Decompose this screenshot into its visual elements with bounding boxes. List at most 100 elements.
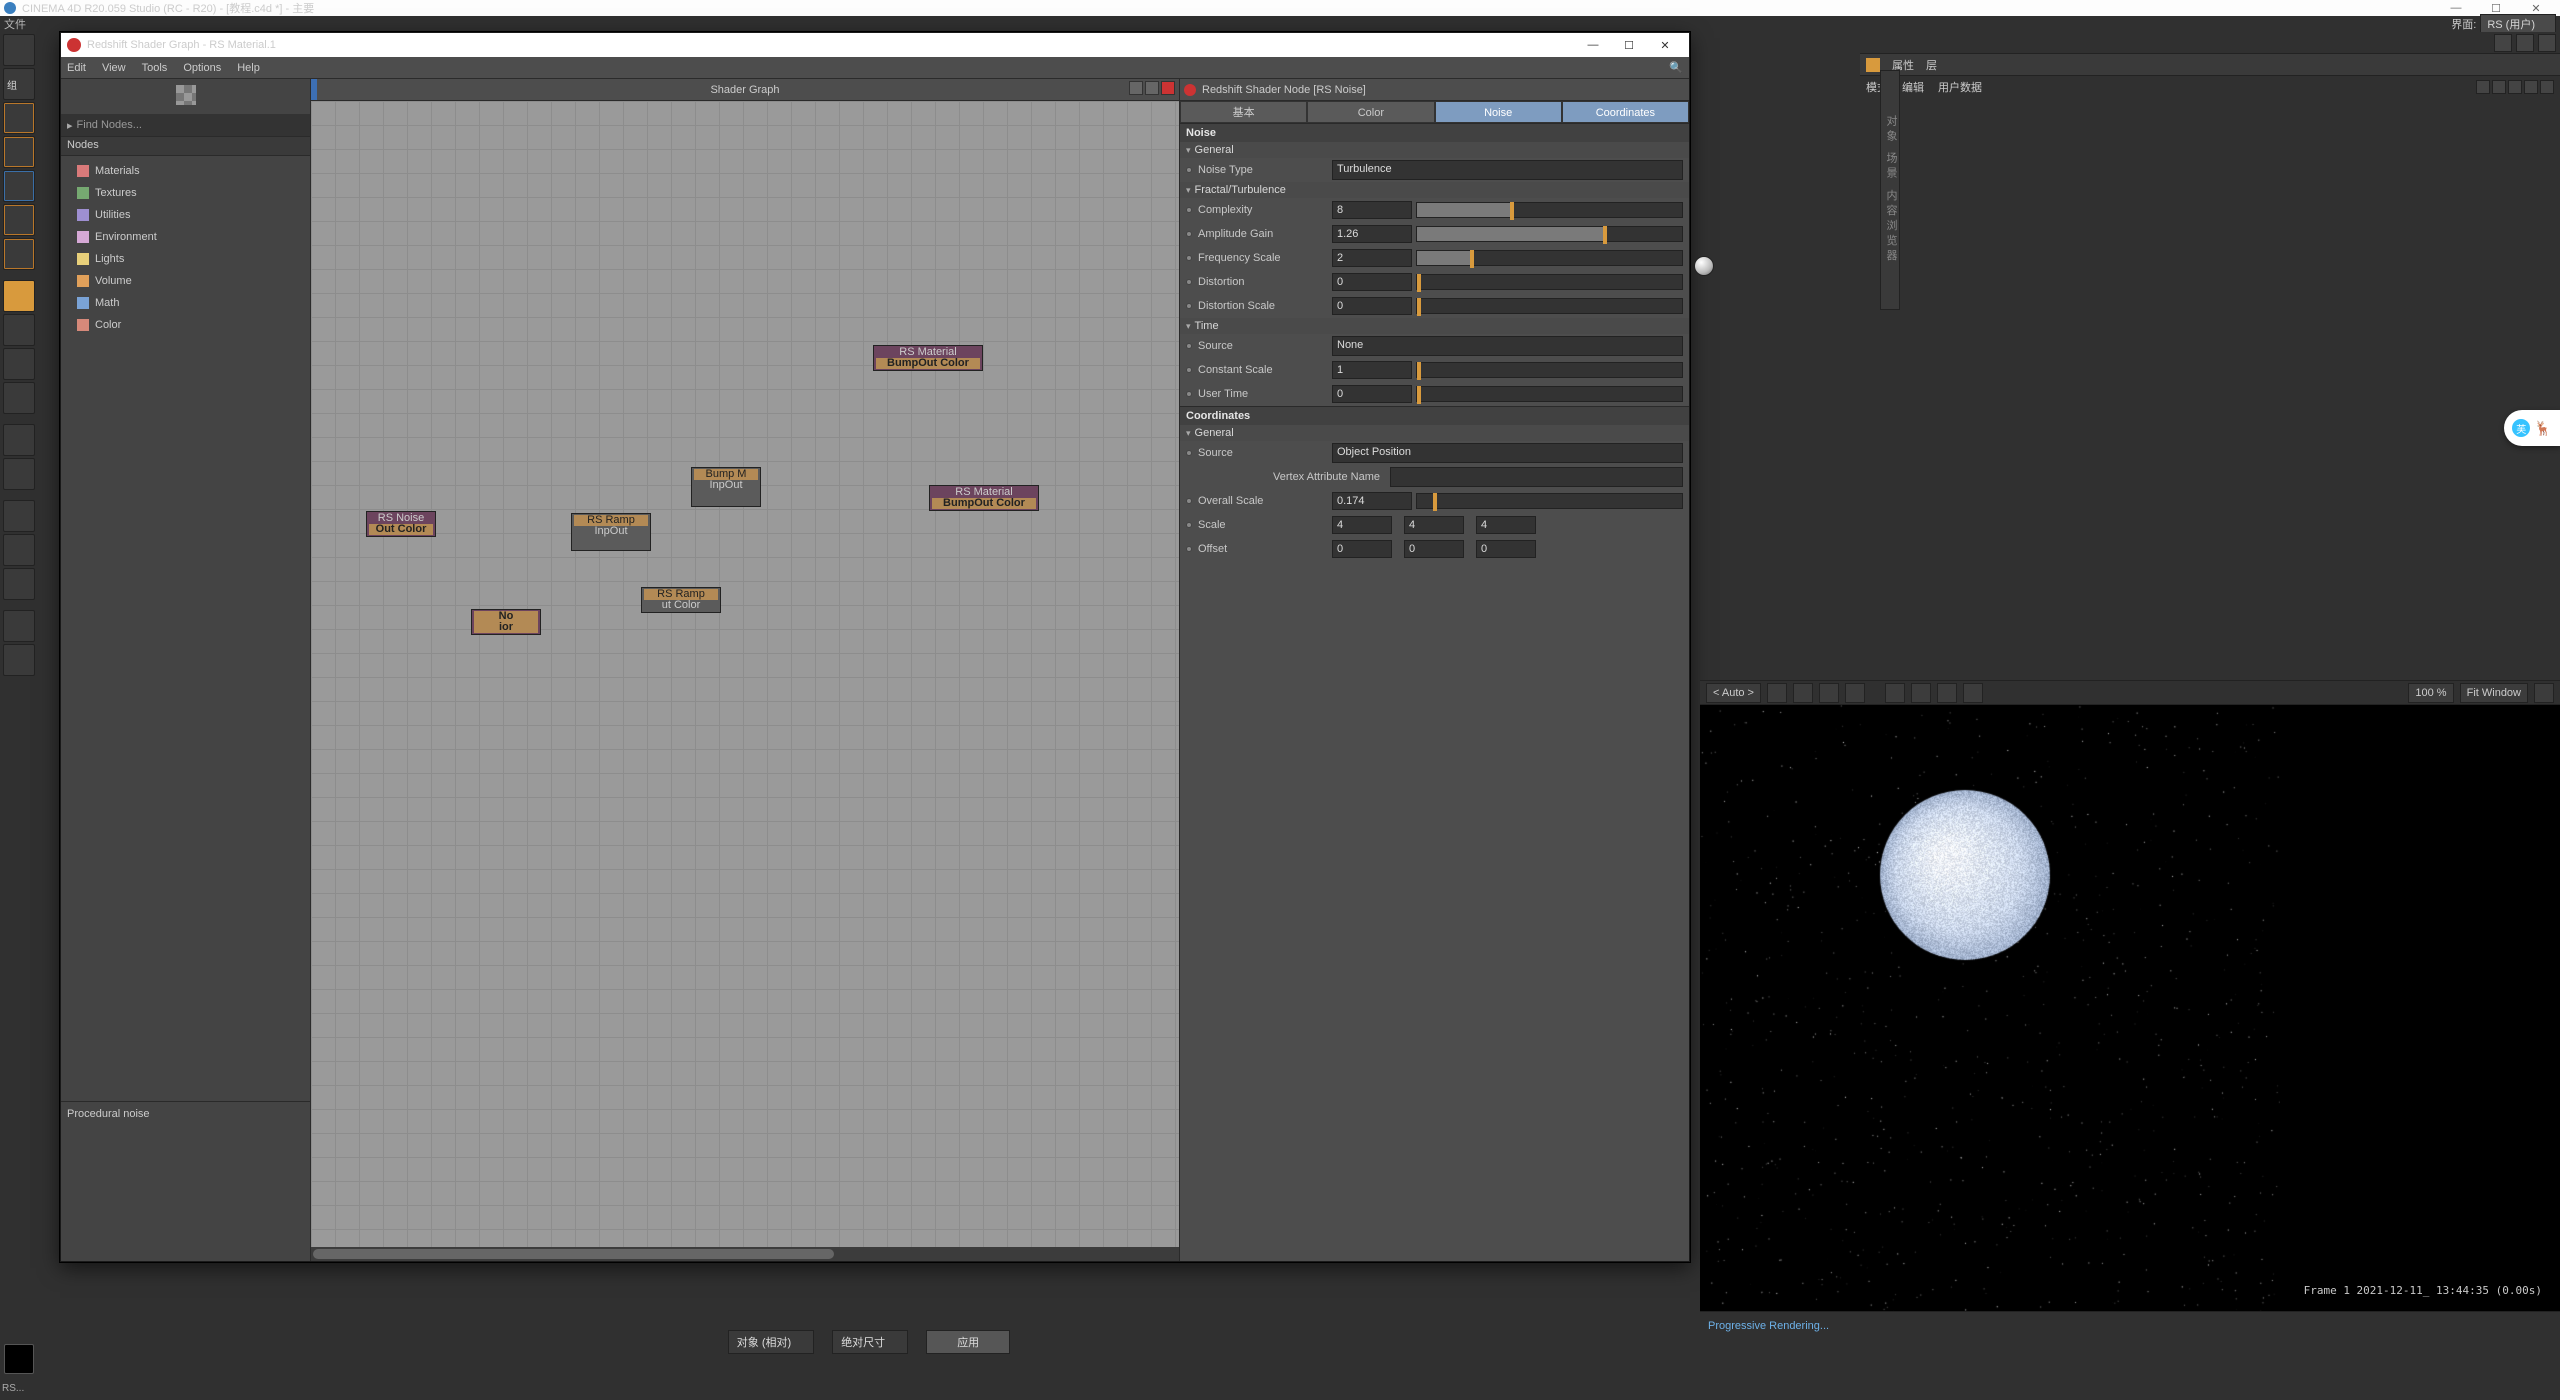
node-rs-material-1[interactable]: RS Material BumpOut Color xyxy=(873,345,983,371)
rotate-icon[interactable] xyxy=(3,238,35,270)
menu-file[interactable]: 文件 xyxy=(4,16,26,32)
tree-item[interactable]: Textures xyxy=(67,182,304,204)
live-select-icon[interactable] xyxy=(3,102,35,134)
layout-dropdown[interactable]: RS (用户) xyxy=(2480,14,2556,34)
nav-next-icon[interactable] xyxy=(2508,80,2522,94)
menu-edit[interactable]: Edit xyxy=(67,62,86,74)
offset-z-field[interactable]: 0 xyxy=(1476,540,1536,558)
render-auto-dropdown[interactable]: < Auto > xyxy=(1706,683,1761,703)
node-rs-noise[interactable]: RS Noise Out Color xyxy=(366,511,436,537)
extra-icon-1[interactable] xyxy=(3,500,35,532)
material-swatch[interactable] xyxy=(1694,256,1714,276)
render-b-icon[interactable] xyxy=(1911,683,1931,703)
node-noise-2[interactable]: No ior xyxy=(471,609,541,635)
menu-view[interactable]: View xyxy=(102,62,126,74)
extra-icon-5[interactable] xyxy=(3,644,35,676)
shader-maximize-button[interactable]: ☐ xyxy=(1611,39,1647,52)
shader-canvas[interactable]: Shader Graph RS Noise Out Color xyxy=(311,79,1179,1261)
ampgain-slider[interactable] xyxy=(1416,226,1683,242)
home-icon[interactable] xyxy=(2516,34,2534,52)
model-mode-icon[interactable] xyxy=(3,280,35,312)
distscale-field[interactable]: 0 xyxy=(1332,297,1412,315)
tree-item[interactable]: Color xyxy=(67,314,304,336)
usertime-slider[interactable] xyxy=(1416,386,1683,402)
tab-color[interactable]: Color xyxy=(1307,101,1434,123)
render-fit-dropdown[interactable]: Fit Window xyxy=(2460,683,2528,703)
canvas-hscrollbar[interactable] xyxy=(311,1247,1179,1261)
canvas-opt-icon-3[interactable] xyxy=(1161,81,1175,95)
tab-noise[interactable]: Noise xyxy=(1435,101,1562,123)
undo-icon[interactable] xyxy=(3,34,35,66)
edit-menu[interactable]: 编辑 xyxy=(1902,79,1924,95)
material-preview[interactable] xyxy=(176,85,196,105)
tree-item[interactable]: Volume xyxy=(67,270,304,292)
ampgain-field[interactable]: 1.26 xyxy=(1332,225,1412,243)
menu-help[interactable]: Help xyxy=(237,62,260,74)
cjk-side-tabs[interactable]: 对象 场景 内容浏览器 xyxy=(1880,70,1900,310)
os-close-button[interactable]: ✕ xyxy=(2516,2,2556,15)
workplane-icon[interactable] xyxy=(3,458,35,490)
snap-icon[interactable] xyxy=(3,424,35,456)
render-zoom-field[interactable]: 100 % xyxy=(2408,683,2453,703)
tree-item[interactable]: Utilities xyxy=(67,204,304,226)
node-rs-material-2[interactable]: RS Material BumpOut Color xyxy=(929,485,1039,511)
complexity-field[interactable]: 8 xyxy=(1332,201,1412,219)
constscale-slider[interactable] xyxy=(1416,362,1683,378)
render-lock-icon[interactable] xyxy=(1767,683,1787,703)
search-icon[interactable] xyxy=(2494,34,2512,52)
constscale-field[interactable]: 1 xyxy=(1332,361,1412,379)
node-rs-ramp-2[interactable]: RS Ramp ut Color xyxy=(641,587,721,613)
distortion-slider[interactable] xyxy=(1416,274,1683,290)
extra-icon-4[interactable] xyxy=(3,610,35,642)
render-c-icon[interactable] xyxy=(1937,683,1957,703)
shader-window-titlebar[interactable]: Redshift Shader Graph - RS Material.1 — … xyxy=(61,33,1689,57)
render-gear-icon[interactable] xyxy=(2534,683,2554,703)
tab-coordinates[interactable]: Coordinates xyxy=(1562,101,1689,123)
freqscale-field[interactable]: 2 xyxy=(1332,249,1412,267)
subhead-time[interactable]: Time xyxy=(1180,318,1689,334)
render-grid-icon[interactable] xyxy=(1793,683,1813,703)
tree-item[interactable]: Math xyxy=(67,292,304,314)
search-icon[interactable]: 🔍 xyxy=(1669,61,1683,74)
settings-icon[interactable] xyxy=(2538,34,2556,52)
noise-type-dropdown[interactable]: Turbulence xyxy=(1332,160,1683,180)
render-snow-icon[interactable] xyxy=(1819,683,1839,703)
canvas-opt-icon-1[interactable] xyxy=(1129,81,1143,95)
cube-icon[interactable] xyxy=(3,170,35,202)
canvas-opt-icon-2[interactable] xyxy=(1145,81,1159,95)
menu-tools[interactable]: Tools xyxy=(142,62,168,74)
size-mode-dropdown[interactable]: 绝对尺寸 xyxy=(832,1330,908,1354)
vattr-field[interactable] xyxy=(1390,467,1683,487)
subhead-general[interactable]: General xyxy=(1180,142,1689,158)
shader-close-button[interactable]: ✕ xyxy=(1647,39,1683,52)
render-a-icon[interactable] xyxy=(1885,683,1905,703)
nav-up-icon[interactable] xyxy=(2492,80,2506,94)
render-image[interactable]: Frame 1 2021-12-11_ 13:44:35 (0.00s) xyxy=(1700,705,2560,1311)
scale-icon[interactable] xyxy=(3,204,35,236)
overall-scale-slider[interactable] xyxy=(1416,493,1683,509)
oas-badge[interactable]: 芙 🦌 xyxy=(2504,410,2560,446)
tab-layers[interactable]: 层 xyxy=(1926,57,1937,73)
distscale-slider[interactable] xyxy=(1416,298,1683,314)
tree-item[interactable]: Lights xyxy=(67,248,304,270)
nav-lock-icon[interactable] xyxy=(2524,80,2538,94)
subhead-coords-general[interactable]: General xyxy=(1180,425,1689,441)
apply-button[interactable]: 应用 xyxy=(926,1330,1010,1354)
find-nodes-field[interactable]: ▸ Find Nodes... xyxy=(61,114,310,136)
tree-collapse-icon[interactable]: ▸ xyxy=(67,119,73,132)
shader-minimize-button[interactable]: — xyxy=(1575,39,1611,51)
scale-z-field[interactable]: 4 xyxy=(1476,516,1536,534)
usertime-field[interactable]: 0 xyxy=(1332,385,1412,403)
time-source-dropdown[interactable]: None xyxy=(1332,336,1683,356)
offset-y-field[interactable]: 0 xyxy=(1404,540,1464,558)
extra-icon-3[interactable] xyxy=(3,568,35,600)
object-mode-dropdown[interactable]: 对象 (相对) xyxy=(728,1330,814,1354)
material-thumb[interactable] xyxy=(4,1344,34,1374)
complexity-slider[interactable] xyxy=(1416,202,1683,218)
freqscale-slider[interactable] xyxy=(1416,250,1683,266)
nav-prev-icon[interactable] xyxy=(2476,80,2490,94)
os-minimize-button[interactable]: — xyxy=(2436,2,2476,14)
coord-source-dropdown[interactable]: Object Position xyxy=(1332,443,1683,463)
edge-mode-icon[interactable] xyxy=(3,382,35,414)
tool-button[interactable]: 组 xyxy=(3,68,35,100)
